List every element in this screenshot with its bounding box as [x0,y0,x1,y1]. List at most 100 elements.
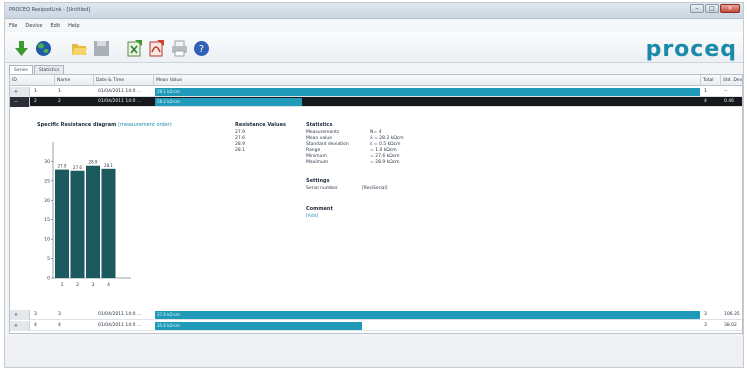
resistance-value: 27.9 [235,130,246,135]
table-row-selected[interactable]: − 2 2 01/04/2011 14:0 ... 28.2 kΩ·cm 4 0… [10,97,742,107]
proceq-logo: proceq [645,37,737,62]
col-stddev[interactable]: Std. Dev. [721,75,742,86]
col-mean-value[interactable]: Mean Value [154,75,701,86]
close-button[interactable]: × [720,4,740,13]
help-icon[interactable]: ? [193,40,210,57]
folder-open-icon[interactable] [71,40,88,57]
toolbar: ? proceq [5,32,743,63]
maximize-button[interactable]: □ [705,4,719,13]
chart-bar [86,165,100,278]
col-name[interactable]: Name [55,75,94,86]
row-name: 1 [58,89,61,94]
export-excel-icon[interactable] [126,40,143,57]
mean-value-bar: 35.6 kΩ·cm [155,322,700,330]
stat-label: Maximum [306,160,329,165]
stat-value: = 1.0 kΩcm [370,148,397,153]
print-icon[interactable] [171,40,188,57]
menu-help[interactable]: Help [68,23,79,29]
row-stddev: 38.02 [724,323,737,328]
col-datetime[interactable]: Date & Time [94,75,154,86]
stat-label: Range [306,148,321,153]
series-table: ID Name Date & Time Mean Value Total Std… [9,74,743,334]
title-bar: PROCEQ ResipodLink - [Untitled] – □ × [5,3,743,19]
tab-series[interactable]: Series [9,65,33,74]
save-icon[interactable] [93,40,110,57]
row-stddev: -- [724,89,728,94]
diagram-subtitle: (measurement order) [118,122,172,128]
serial-number-value: [ResiSerial] [362,186,388,191]
y-tick-label: 5 [47,256,50,262]
stat-value: = 27.6 kΩcm [370,154,400,159]
row-total: 1 [704,89,707,94]
comment-heading: Comment [306,206,333,212]
app-window: PROCEQ ResipodLink - [Untitled] – □ × Fi… [4,2,744,368]
col-id[interactable]: ID [10,75,55,86]
row-stddev: 0.46 [724,99,735,104]
menu-edit[interactable]: Edit [50,23,60,29]
menu-bar: File Device Edit Help [5,20,743,31]
globe-icon[interactable] [35,40,52,57]
expand-icon[interactable]: + [13,89,19,95]
stat-value: x̄ = 28.2 kΩcm [370,136,404,141]
mean-value-bar: 28.1 kΩ·cm [155,88,700,96]
serial-number-label: Serial number [306,186,338,191]
value-label: 28.2 kΩ·cm [157,99,180,104]
data-label: 28.9 [89,160,98,165]
add-comment-link[interactable]: [Add] [306,214,318,219]
row-selector[interactable]: − [10,97,30,107]
row-name: 2 [58,99,61,104]
chart-bar [101,168,116,278]
data-label: 27.6 [73,165,82,170]
download-icon[interactable] [13,40,30,57]
diagram-title: Specific Resistance diagram (measurement… [37,122,172,128]
y-tick-label: 20 [44,198,50,204]
value-bar [155,311,700,319]
y-tick-label: 0 [47,276,50,282]
y-tick-label: 25 [44,178,50,184]
table-row[interactable]: + 4 4 01/04/2011 14:0 ... 35.6 kΩ·cm 3 3… [10,321,742,331]
y-tick-label: 10 [44,237,50,243]
value-label: 28.1 kΩ·cm [157,89,180,94]
series-detail-panel: Specific Resistance diagram (measurement… [31,118,742,308]
row-selector[interactable]: + [10,321,30,331]
view-tabs: Series Statistics [9,65,65,74]
row-name: 3 [58,312,61,317]
svg-text:?: ? [199,44,204,55]
window-title: PROCEQ ResipodLink - [Untitled] [9,7,91,13]
resistance-bar-chart: 0 5 10 15 20 25 30 27.9 1 27.6 2 28.9 3 28.1 4 [44,142,131,288]
row-selector[interactable]: + [10,310,30,320]
table-header: ID Name Date & Time Mean Value Total Std… [10,75,742,86]
row-datetime: 01/04/2011 14:0 ... [98,89,142,94]
chart-bar [70,170,85,278]
chart-bar [55,169,69,278]
resistance-value: 27.6 [235,136,246,141]
y-tick-label: 30 [44,159,50,165]
minimize-button[interactable]: – [690,4,704,13]
row-id: 2 [34,99,37,104]
settings-heading: Settings [306,178,330,184]
row-total: 3 [704,312,707,317]
row-total: 4 [704,99,707,104]
expand-icon[interactable]: + [13,312,19,318]
x-tick-label: 1 [61,282,64,288]
stat-value: s = 0.5 kΩcm [370,142,401,147]
menu-file[interactable]: File [9,23,17,29]
row-name: 4 [58,323,61,328]
table-row[interactable]: + 1 1 01/04/2011 14:0 ... 28.1 kΩ·cm 1 -… [10,87,742,97]
menu-device[interactable]: Device [25,23,42,29]
col-total[interactable]: Total [701,75,721,86]
value-bar [155,88,700,96]
window-controls: – □ × [690,4,740,13]
stat-label: Standard deviation [306,142,349,147]
row-id: 3 [34,312,37,317]
table-row[interactable]: + 3 3 01/04/2011 14:0 ... 37.6 kΩ·cm 3 1… [10,310,742,320]
row-selector[interactable]: + [10,87,30,97]
collapse-icon[interactable]: − [13,99,19,105]
resistance-values-heading: Resistance Values [235,122,286,128]
expand-icon[interactable]: + [13,323,19,329]
value-label: 37.6 kΩ·cm [157,312,180,317]
export-pdf-icon[interactable] [148,40,165,57]
tab-statistics[interactable]: Statistics [33,65,65,74]
x-tick-label: 2 [76,282,79,288]
y-tick-label: 15 [44,217,50,223]
